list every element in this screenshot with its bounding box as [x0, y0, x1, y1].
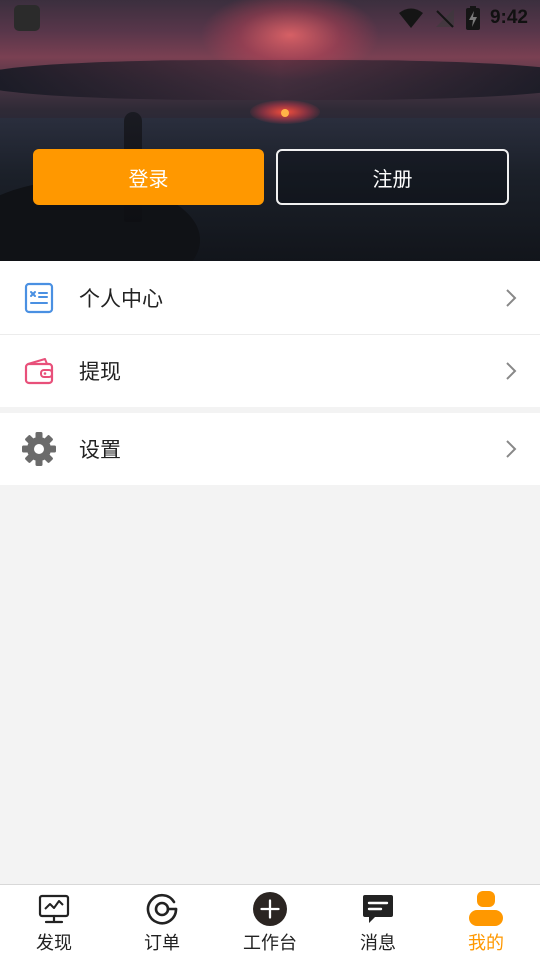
cloud-band — [0, 60, 540, 100]
profile-card-icon — [21, 280, 57, 316]
person-icon — [469, 891, 503, 926]
chevron-right-icon — [504, 288, 518, 308]
chevron-right-icon — [504, 439, 518, 459]
menu-item-settings[interactable]: 设置 — [0, 413, 540, 485]
plus-circle-icon — [253, 892, 287, 926]
menu-group-account: 个人中心 提现 — [0, 261, 540, 407]
tab-workbench[interactable]: 工作台 — [216, 885, 324, 960]
app-badge-icon — [14, 5, 40, 31]
tab-mine[interactable]: 我的 — [432, 885, 540, 960]
battery-charging-icon — [465, 6, 480, 30]
register-button[interactable]: 注册 — [276, 149, 509, 205]
wallet-icon — [21, 353, 57, 389]
target-icon — [145, 892, 179, 926]
menu-item-label: 提现 — [79, 359, 121, 384]
menu-group-settings: 设置 — [0, 413, 540, 485]
menu-item-withdraw[interactable]: 提现 — [0, 334, 540, 407]
chevron-right-icon — [504, 361, 518, 381]
chat-icon — [361, 892, 395, 926]
tab-discover[interactable]: 发现 — [0, 885, 108, 960]
header-banner: 9:42 登录 注册 — [0, 0, 540, 261]
tab-messages[interactable]: 消息 — [324, 885, 432, 960]
tab-label: 我的 — [468, 933, 504, 954]
tab-label: 订单 — [144, 933, 180, 954]
wifi-icon — [398, 7, 424, 29]
tab-label: 发现 — [36, 933, 72, 954]
menu-item-personal-center[interactable]: 个人中心 — [0, 261, 540, 334]
login-button[interactable]: 登录 — [33, 149, 264, 205]
status-icons: 9:42 — [398, 5, 528, 31]
monitor-chart-icon — [37, 892, 71, 926]
tab-label: 工作台 — [243, 933, 297, 954]
menu-item-label: 设置 — [79, 438, 121, 462]
status-time: 9:42 — [489, 7, 528, 28]
bottom-tab-bar: 发现 订单 工作台 消息 我的 — [0, 884, 540, 960]
gear-icon — [21, 431, 57, 467]
sun-icon — [281, 109, 289, 117]
tab-orders[interactable]: 订单 — [108, 885, 216, 960]
menu-item-label: 个人中心 — [79, 286, 163, 311]
status-bar: 9:42 — [0, 0, 540, 36]
tab-label: 消息 — [360, 933, 396, 954]
no-signal-icon — [434, 7, 456, 29]
